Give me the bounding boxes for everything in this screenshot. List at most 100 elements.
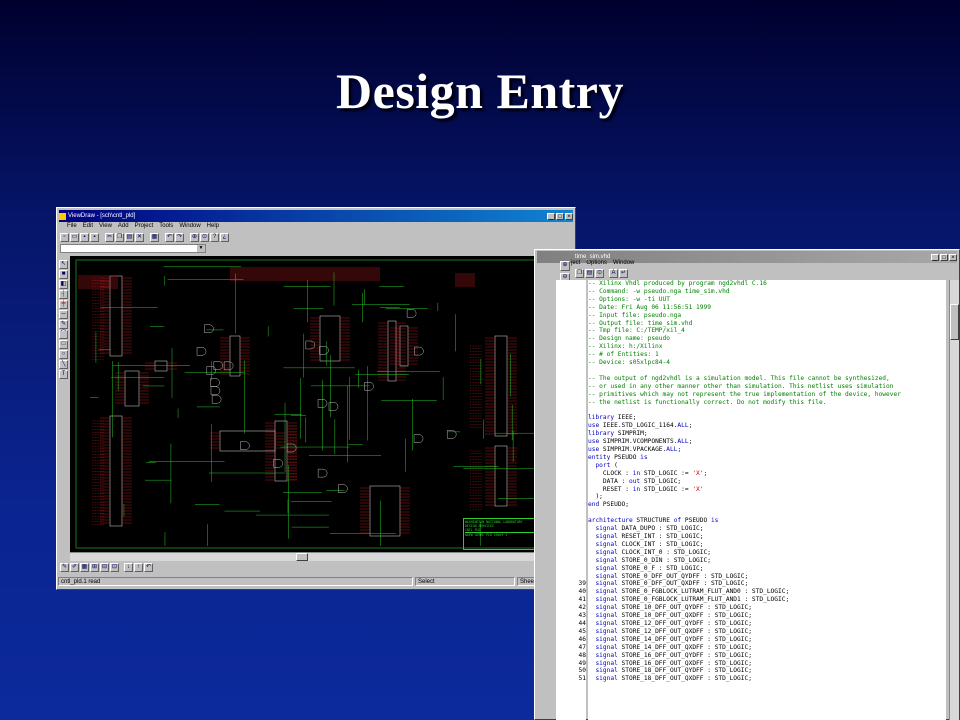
hint-icon[interactable]: ?	[210, 233, 219, 242]
wrap-icon[interactable]: ↵	[619, 269, 628, 278]
maximize-button[interactable]: □	[556, 212, 564, 220]
new-icon[interactable]: ▫	[60, 233, 69, 242]
line-number	[556, 391, 586, 399]
copy-icon[interactable]: ❐	[575, 269, 584, 278]
component-dropdown[interactable]: ▼	[60, 244, 206, 253]
find-icon[interactable]: ⊙	[200, 233, 209, 242]
ed-menu-ject[interactable]: ject	[571, 260, 580, 269]
logic-gate	[240, 441, 250, 450]
title-block: WASHINGTON NATIONAL LABORATORY DESIGN SE…	[463, 518, 545, 550]
sch-menu-add[interactable]: Add	[118, 223, 129, 232]
sch-menu-project[interactable]: Project	[135, 223, 154, 232]
code-line: signal DATA_DUPO : STD_LOGIC;	[588, 525, 704, 533]
sch-menu-edit[interactable]: Edit	[83, 223, 93, 232]
back-icon[interactable]: ↶	[144, 563, 153, 572]
ed-menu-options[interactable]: Options	[586, 260, 607, 269]
paste-icon[interactable]: ▤	[125, 233, 134, 242]
help-icon[interactable]: ¿	[220, 233, 229, 242]
schematic-titlebar[interactable]: ViewDraw - [sch\cntl_pld] _ □ ×	[59, 210, 573, 222]
undo-icon[interactable]: ↶	[165, 233, 174, 242]
line-number: 45	[578, 627, 586, 635]
line-icon[interactable]: ╲	[59, 360, 68, 369]
logic-gate	[223, 361, 234, 371]
editor-close-button[interactable]: ×	[949, 253, 957, 261]
chevron-down-icon[interactable]: ▼	[197, 245, 205, 252]
minimize-button[interactable]: _	[547, 212, 555, 220]
delete-icon[interactable]: ✕	[135, 233, 144, 242]
drawing-tool-palette: ↖ ■ ◧ ┤ ╪ ─ ✎ ⌒ □ ○ ╲ T	[59, 260, 70, 379]
window-title: ViewDraw - [sch\cntl_pld]	[68, 213, 136, 219]
component-icon[interactable]: ■	[59, 270, 68, 279]
line-number: 50	[578, 667, 586, 675]
open-icon[interactable]: ▭	[70, 233, 79, 242]
logic-gate	[204, 324, 214, 334]
find-icon[interactable]: ⊙	[595, 269, 604, 278]
editor-text-area[interactable]: -- Xilinx Vhdl produced by program ngd2v…	[588, 280, 946, 720]
label-icon[interactable]: ─	[59, 310, 68, 319]
logic-gate	[413, 434, 424, 443]
zoom-in-icon[interactable]: ⊕	[560, 261, 570, 271]
pen2-icon[interactable]: ✐	[70, 563, 79, 572]
hscroll-thumb[interactable]	[296, 553, 308, 561]
line-number	[556, 493, 586, 501]
component-symbol	[369, 485, 401, 537]
editor-minimize-button[interactable]: _	[931, 253, 939, 261]
line-number	[556, 470, 586, 478]
code-line: use IEEE.STD_LOGIC_1164.ALL;	[588, 422, 693, 430]
save-icon[interactable]: ▪	[80, 233, 89, 242]
logic-gate	[364, 382, 374, 391]
line-number	[556, 541, 586, 549]
pen-icon[interactable]: ✎	[60, 563, 69, 572]
line-number: 46	[578, 635, 586, 643]
line-number	[556, 517, 586, 525]
sch-menu-window[interactable]: Window	[179, 223, 200, 232]
symbol-icon[interactable]: ◧	[59, 280, 68, 289]
cut-icon[interactable]: ✂	[105, 233, 114, 242]
editor-vscroll-thumb[interactable]	[950, 304, 959, 340]
pencil-icon[interactable]: ✎	[59, 320, 68, 329]
select-arrow-icon[interactable]: ↖	[59, 260, 68, 269]
line-number: 41	[578, 596, 586, 604]
line-number	[556, 280, 586, 288]
snap-icon[interactable]: ⊞	[90, 563, 99, 572]
bus-icon[interactable]: ╪	[59, 300, 68, 309]
code-line: -- # of Entities: 1	[588, 351, 659, 359]
code-line: signal RESET_INT : STD_LOGIC;	[588, 533, 704, 540]
close-button[interactable]: ×	[565, 212, 573, 220]
arc-icon[interactable]: ⌒	[59, 330, 68, 339]
sch-menu-file[interactable]: File	[67, 223, 77, 232]
ortho-icon[interactable]: ⊟	[100, 563, 109, 572]
line-number	[556, 462, 586, 470]
print-icon[interactable]: ▦	[150, 233, 159, 242]
redo-icon[interactable]: ↷	[175, 233, 184, 242]
line-number	[556, 296, 586, 304]
sch-menu-tools[interactable]: Tools	[159, 223, 173, 232]
component-symbol	[387, 320, 397, 382]
box-icon[interactable]: □	[59, 340, 68, 349]
font-icon[interactable]: A	[609, 269, 618, 278]
net-icon[interactable]: ┤	[59, 290, 68, 299]
push-icon[interactable]: ↓	[124, 563, 133, 572]
sch-menu-help[interactable]: Help	[207, 223, 219, 232]
circle-icon[interactable]: ○	[59, 350, 68, 359]
grid-icon[interactable]: ▦	[80, 563, 89, 572]
zoom-icon[interactable]: ⊕	[190, 233, 199, 242]
code-line: signal STORE_0_FGBLOCK_LUTRAM_FLUT_AND1 …	[588, 596, 790, 604]
save-all-icon[interactable]: ▪	[90, 233, 99, 242]
editor-line-gutter: 39 40 41 42 43 44 45 46 47 48 49 50 51	[556, 280, 586, 720]
line-number	[556, 557, 586, 565]
text-icon[interactable]: T	[59, 370, 68, 379]
schematic-canvas[interactable]: WASHINGTON NATIONAL LABORATORY DESIGN SE…	[70, 256, 548, 552]
zoom-fit-icon[interactable]: ⊡	[110, 563, 119, 572]
sch-menu-view[interactable]: View	[99, 223, 112, 232]
paste-icon[interactable]: ▤	[585, 269, 594, 278]
schematic-hscrollbar[interactable]	[70, 552, 549, 561]
pop-icon[interactable]: ↑	[134, 563, 143, 572]
copy-icon[interactable]: ❐	[115, 233, 124, 242]
editor-maximize-button[interactable]: □	[940, 253, 948, 261]
editor-vscrollbar[interactable]	[949, 280, 959, 720]
ed-menu-window[interactable]: Window	[613, 260, 634, 269]
code-line: signal STORE_10_DFF_OUT_QXDFF : STD_LOGI…	[588, 612, 752, 620]
line-number: 44	[578, 619, 586, 627]
line-number	[556, 335, 586, 343]
